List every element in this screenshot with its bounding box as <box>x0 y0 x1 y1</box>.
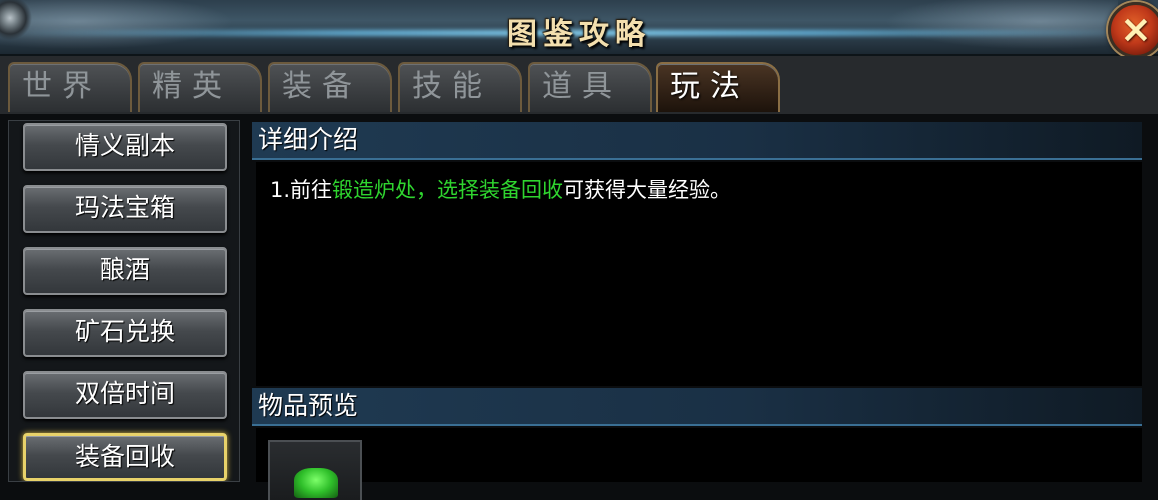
tab-gameplay[interactable]: 玩法 <box>656 62 780 112</box>
window-title: 图鉴攻略 <box>507 17 651 52</box>
detail-heading: 详细介绍 <box>252 122 1142 160</box>
tab-equipment[interactable]: 装备 <box>268 62 392 112</box>
tab-world[interactable]: 世界 <box>8 62 132 112</box>
tab-elite[interactable]: 精英 <box>138 62 262 112</box>
detail-content: 1.前往锻造炉处，选择装备回收可获得大量经验。 <box>256 162 1142 386</box>
sidebar-item-double-time[interactable]: 双倍时间 <box>23 371 227 419</box>
detail-text-highlight: 锻造炉处，选择装备回收 <box>332 178 564 202</box>
sidebar-item-brewing[interactable]: 酿酒 <box>23 247 227 295</box>
detail-text-suffix: 可获得大量经验。 <box>563 178 732 202</box>
title-bar: 图鉴攻略 <box>0 0 1158 56</box>
sidebar-item-ore-exchange[interactable]: 矿石兑换 <box>23 309 227 357</box>
close-button[interactable]: × <box>1108 2 1158 58</box>
close-icon: × <box>1120 7 1152 51</box>
sidebar-item-equipment-recycle[interactable]: 装备回收 <box>23 433 227 481</box>
sidebar[interactable]: 情义副本 玛法宝箱 酿酒 矿石兑换 双倍时间 装备回收 <box>8 120 240 482</box>
tab-skills[interactable]: 技能 <box>398 62 522 112</box>
preview-heading: 物品预览 <box>252 388 1142 426</box>
detail-text-prefix: 1.前往 <box>270 178 333 202</box>
preview-content <box>256 428 1142 500</box>
sidebar-item-mafa-treasure-box[interactable]: 玛法宝箱 <box>23 185 227 233</box>
detail-text: 1.前往锻造炉处，选择装备回收可获得大量经验。 <box>270 174 731 204</box>
sidebar-item-loyalty-dungeon[interactable]: 情义副本 <box>23 123 227 171</box>
tab-items[interactable]: 道具 <box>528 62 652 112</box>
item-slot[interactable] <box>268 440 362 500</box>
green-gem-icon <box>294 468 338 498</box>
